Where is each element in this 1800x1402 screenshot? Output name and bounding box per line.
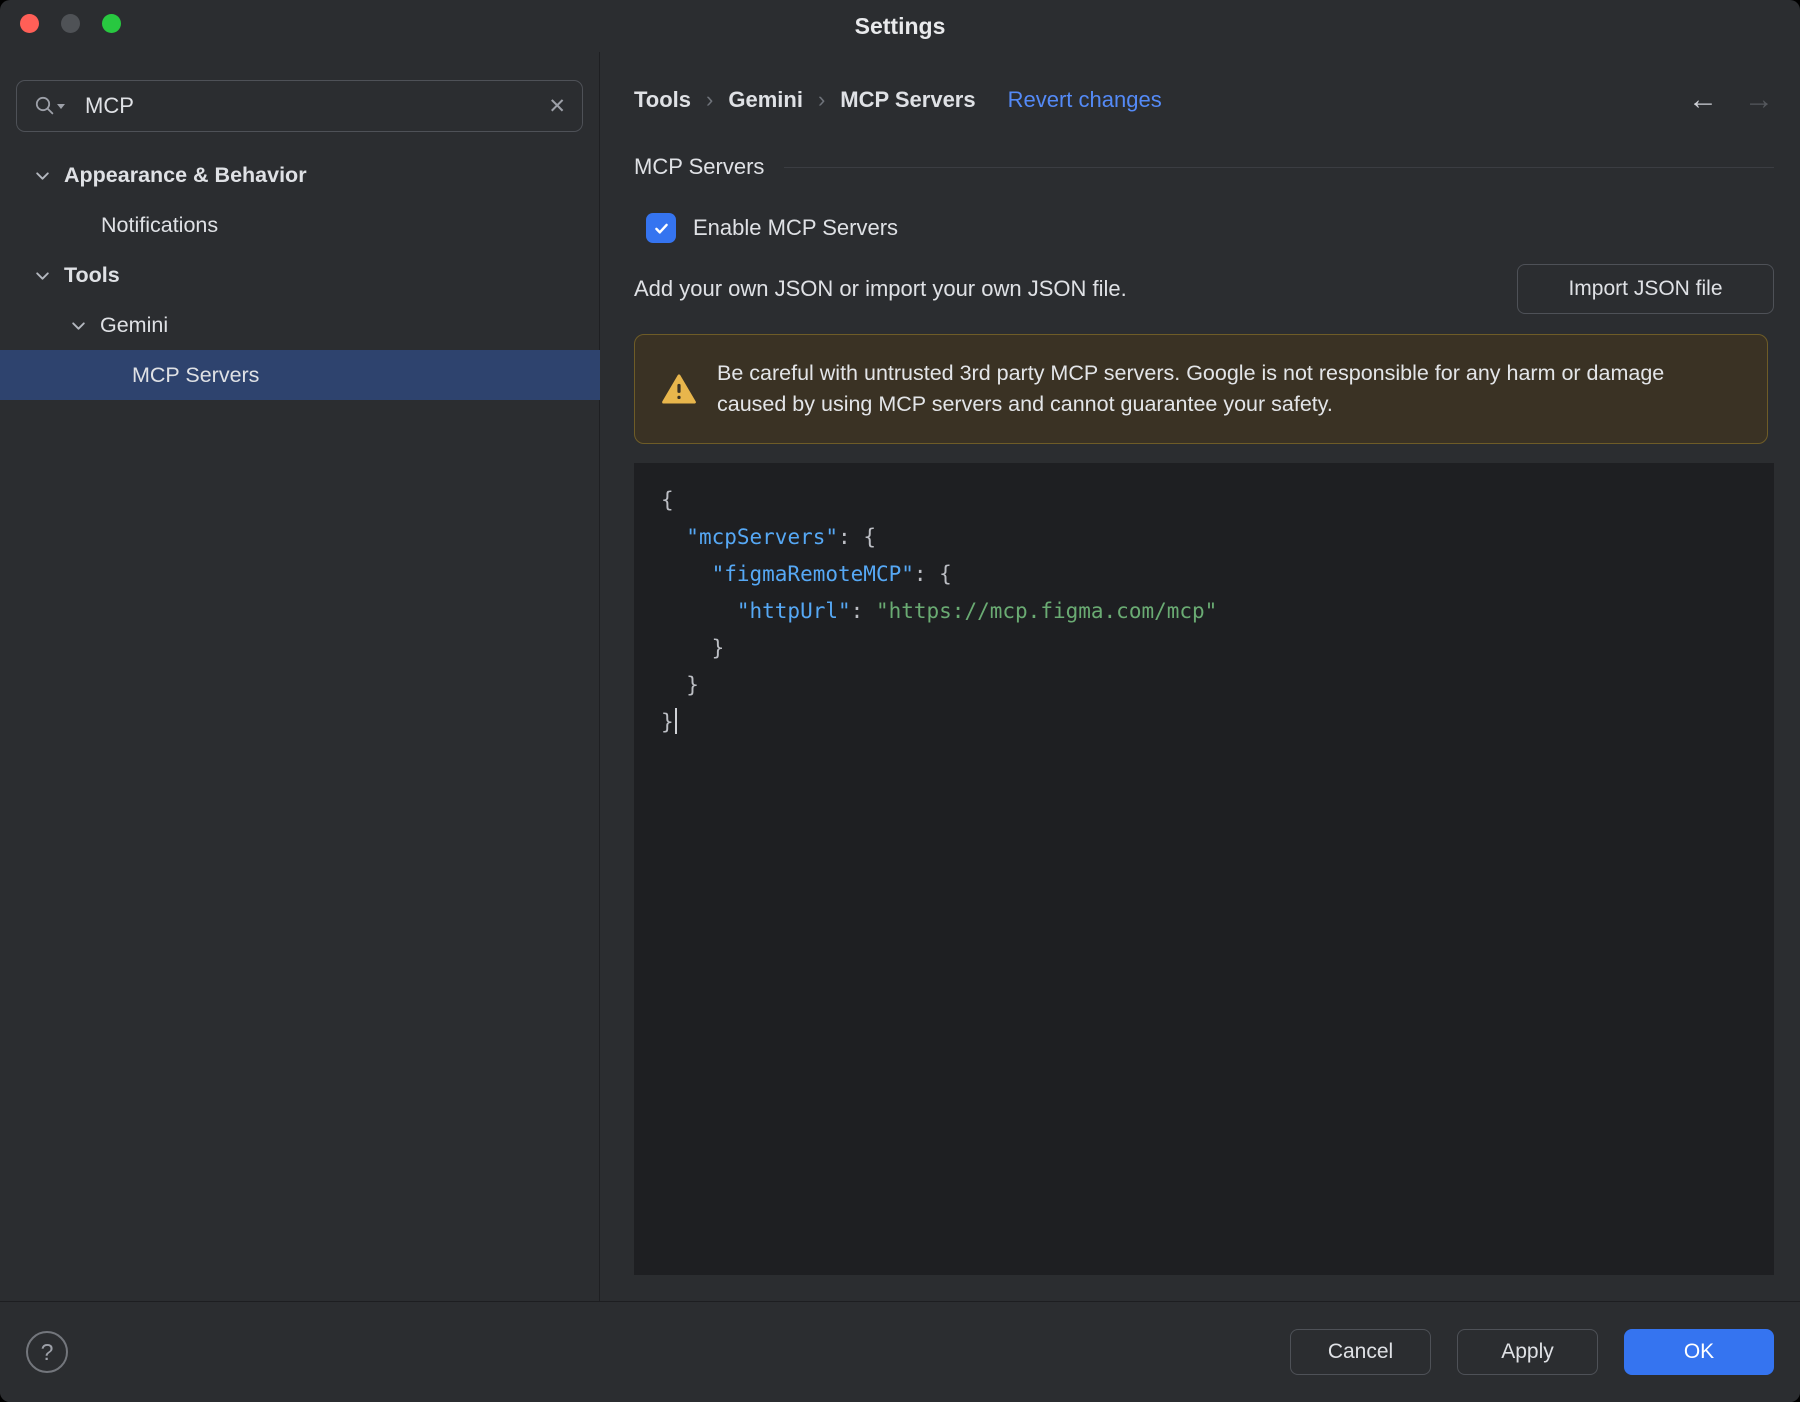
footer-buttons: Cancel Apply OK xyxy=(1290,1329,1774,1375)
ok-button[interactable]: OK xyxy=(1624,1329,1774,1375)
breadcrumb-tools[interactable]: Tools xyxy=(634,87,691,113)
section-divider xyxy=(784,166,1774,168)
chevron-down-icon[interactable] xyxy=(34,167,51,184)
apply-button[interactable]: Apply xyxy=(1457,1329,1598,1375)
tree-item-label: Appearance & Behavior xyxy=(64,162,307,187)
breadcrumb-gemini[interactable]: Gemini xyxy=(728,87,803,113)
settings-sidebar: ✕ Appearance & Behavior Notifications To… xyxy=(0,52,600,1301)
section-title: MCP Servers xyxy=(634,154,765,179)
import-json-button[interactable]: Import JSON file xyxy=(1517,264,1774,314)
checkmark-icon xyxy=(654,223,668,234)
enable-mcp-checkbox[interactable] xyxy=(646,213,676,243)
close-window-button[interactable] xyxy=(20,14,39,33)
tree-item-gemini[interactable]: Gemini xyxy=(0,300,600,350)
breadcrumb-separator: › xyxy=(706,87,714,112)
enable-mcp-label[interactable]: Enable MCP Servers xyxy=(693,215,898,241)
forward-icon[interactable]: → xyxy=(1744,83,1774,117)
tree-item-tools[interactable]: Tools xyxy=(0,250,600,300)
import-row: Add your own JSON or import your own JSO… xyxy=(634,262,1774,316)
chevron-down-icon[interactable] xyxy=(34,267,51,284)
window-title: Settings xyxy=(854,13,946,39)
warning-banner: Be careful with untrusted 3rd party MCP … xyxy=(634,334,1768,444)
tree-item-notifications[interactable]: Notifications xyxy=(0,200,600,250)
chevron-down-icon[interactable] xyxy=(70,317,87,334)
titlebar: Settings xyxy=(0,0,1800,52)
tree-item-label: Notifications xyxy=(101,212,219,237)
tree-item-mcp-servers[interactable]: MCP Servers xyxy=(0,350,600,400)
tree-item-label: Gemini xyxy=(100,312,169,337)
clear-search-icon[interactable]: ✕ xyxy=(548,96,566,117)
warning-text: Be careful with untrusted 3rd party MCP … xyxy=(717,361,1665,416)
tree-item-appearance-behavior[interactable]: Appearance & Behavior xyxy=(0,150,600,200)
tree-item-label: MCP Servers xyxy=(132,362,260,387)
search-input[interactable] xyxy=(83,92,549,120)
dialog-footer: ? Cancel Apply OK xyxy=(0,1301,1800,1402)
zoom-window-button[interactable] xyxy=(102,14,121,33)
revert-changes-link[interactable]: Revert changes xyxy=(1008,87,1162,113)
breadcrumb: Tools › Gemini › MCP Servers xyxy=(634,87,976,113)
breadcrumb-separator: › xyxy=(817,87,826,112)
settings-tree: Appearance & Behavior Notifications Tool… xyxy=(0,150,600,400)
warning-icon xyxy=(661,373,697,405)
window-controls xyxy=(20,14,121,33)
cancel-button[interactable]: Cancel xyxy=(1290,1329,1431,1375)
history-nav: ← → xyxy=(1688,83,1774,117)
json-editor[interactable]: { "mcpServers": { "figmaRemoteMCP": { "h… xyxy=(634,463,1774,1275)
question-mark-icon: ? xyxy=(40,1338,54,1365)
help-button[interactable]: ? xyxy=(26,1331,68,1373)
import-hint-text: Add your own JSON or import your own JSO… xyxy=(634,276,1127,301)
breadcrumb-mcp-servers[interactable]: MCP Servers xyxy=(840,87,975,113)
minimize-window-button[interactable] xyxy=(61,14,80,33)
enable-mcp-row: Enable MCP Servers xyxy=(646,213,898,243)
search-icon[interactable] xyxy=(33,94,69,118)
section-header: MCP Servers xyxy=(634,154,1774,180)
tree-item-label: Tools xyxy=(64,262,120,287)
search-field[interactable]: ✕ xyxy=(16,80,583,132)
breadcrumb-row: Tools › Gemini › MCP Servers Revert chan… xyxy=(634,78,1774,122)
json-editor-lines: { "mcpServers": { "figmaRemoteMCP": { "h… xyxy=(661,488,1218,734)
settings-content: Tools › Gemini › MCP Servers Revert chan… xyxy=(601,52,1800,1301)
settings-window: Settings ✕ Appearance xyxy=(0,0,1800,1402)
back-icon[interactable]: ← xyxy=(1688,83,1718,117)
